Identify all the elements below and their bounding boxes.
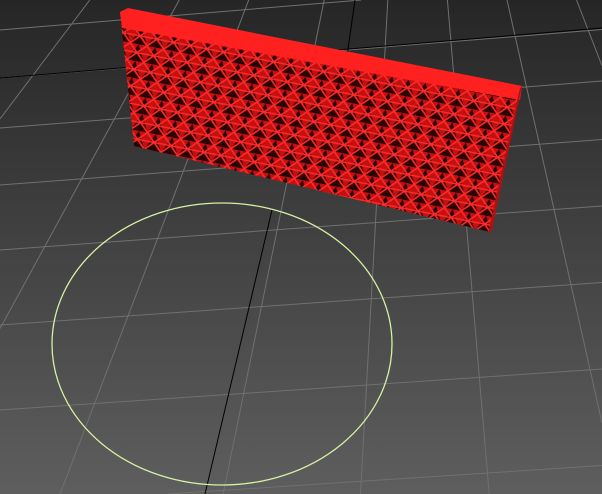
perspective-viewport[interactable] — [0, 0, 602, 494]
viewport-canvas[interactable] — [0, 0, 602, 494]
